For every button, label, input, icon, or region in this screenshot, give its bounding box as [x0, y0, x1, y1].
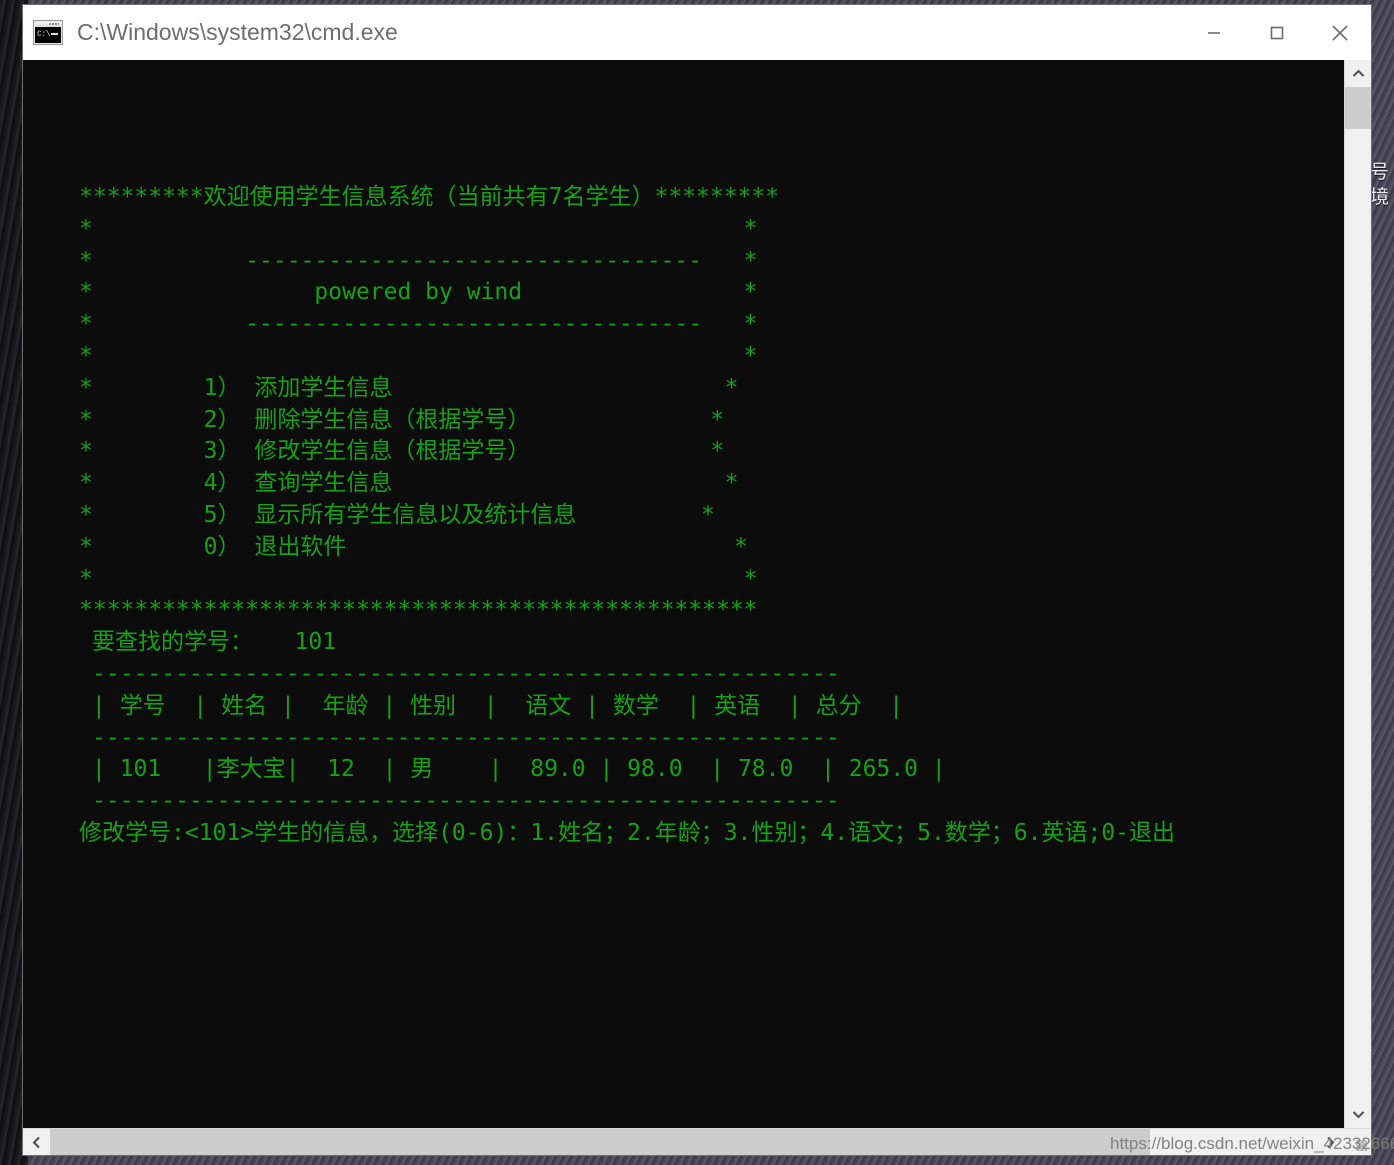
table-rule-middle: ----------------------------------------… — [92, 724, 840, 751]
close-icon — [1331, 24, 1348, 41]
table-row: | 101 |李大宝| 12 | 男 | 89.0 | 98.0 | 78.0 … — [92, 756, 946, 783]
cell-chinese: 89.0 — [530, 756, 586, 783]
table-header-age: 年龄 — [322, 692, 369, 719]
table-header-chinese: 语文 — [525, 692, 572, 719]
query-prompt: 要查找的学号： — [92, 629, 253, 656]
close-button[interactable] — [1308, 5, 1371, 60]
desktop-background: 号境 C:\ C:\Windows\system32\cmd.exe *****… — [0, 0, 1394, 1165]
window-client-area: *********欢迎使用学生信息系统（当前共有7名学生）********* *… — [23, 60, 1371, 1155]
console-output-pane[interactable]: *********欢迎使用学生信息系统（当前共有7名学生）********* *… — [23, 60, 1344, 1128]
icon-cursor — [51, 33, 59, 35]
query-value-spacer — [253, 629, 295, 655]
table-header-math: 数学 — [612, 692, 659, 719]
window-titlebar[interactable]: C:\ C:\Windows\system32\cmd.exe — [23, 5, 1371, 60]
icon-screen: C:\ — [35, 27, 61, 43]
table-header-english: 英语 — [714, 692, 761, 719]
vertical-scrollbar-thumb[interactable] — [1345, 87, 1371, 129]
minimize-button[interactable] — [1182, 5, 1245, 60]
table-rule-top: ----------------------------------------… — [92, 660, 840, 687]
table-header-id: 学号 — [119, 692, 166, 719]
maximize-icon — [1270, 26, 1283, 39]
maximize-button[interactable] — [1245, 5, 1308, 60]
horizontal-scrollbar-thumb[interactable] — [50, 1129, 1150, 1155]
chevron-left-icon — [32, 1136, 40, 1148]
scroll-left-button[interactable] — [23, 1129, 50, 1155]
cell-english: 78.0 — [737, 756, 794, 783]
table-rule-bottom: ----------------------------------------… — [92, 788, 840, 815]
console-edit-prompt: 修改学号:<101>学生的信息，选择(0-6)：1.姓名；2.年龄；3.性别；4… — [79, 819, 1176, 846]
cell-id: 101 — [119, 756, 162, 783]
icon-prompt-text: C:\ — [37, 30, 51, 39]
scroll-right-button[interactable] — [1317, 1129, 1344, 1155]
table-header-total: 总分 — [815, 692, 862, 719]
vertical-scrollbar[interactable] — [1344, 60, 1371, 1128]
query-value: 101 — [294, 629, 337, 656]
horizontal-scrollbar-track[interactable] — [1150, 1129, 1317, 1155]
window-title: C:\Windows\system32\cmd.exe — [77, 19, 398, 45]
window-resize-grip[interactable] — [1344, 1129, 1371, 1155]
console-and-vscroll: *********欢迎使用学生信息系统（当前共有7名学生）********* *… — [23, 60, 1371, 1128]
scroll-down-button[interactable] — [1345, 1101, 1371, 1128]
cell-total: 265.0 — [848, 756, 918, 783]
console-banner: *********欢迎使用学生信息系统（当前共有7名学生）********* *… — [79, 184, 780, 624]
table-header-row: | 学号 | 姓名 | 年龄 | 性别 | 语文 | 数学 | 英语 | 总分 … — [92, 692, 904, 719]
console-query-line: 要查找的学号： 101 — [79, 629, 336, 655]
cmd-window: C:\ C:\Windows\system32\cmd.exe ********… — [22, 4, 1372, 1156]
chevron-up-icon — [1352, 69, 1364, 77]
horizontal-scrollbar[interactable] — [23, 1128, 1371, 1155]
chevron-down-icon — [1352, 1111, 1364, 1119]
console-text-buffer: *********欢迎使用学生信息系统（当前共有7名学生）********* *… — [79, 182, 1175, 850]
desktop-wallpaper-text: 号境 — [1370, 161, 1390, 208]
cell-age: 12 — [327, 756, 355, 783]
chevron-right-icon — [1327, 1136, 1335, 1148]
vertical-scrollbar-track[interactable] — [1345, 129, 1371, 1101]
cell-math: 98.0 — [627, 756, 683, 783]
window-controls — [1182, 5, 1371, 60]
minimize-icon — [1207, 31, 1220, 34]
cell-name: 李大宝 — [216, 756, 286, 783]
scroll-up-button[interactable] — [1345, 60, 1371, 87]
table-header-name: 姓名 — [221, 692, 268, 719]
cmd-console-icon: C:\ — [33, 20, 63, 45]
table-header-gender: 性别 — [410, 692, 457, 719]
cell-gender: 男 — [410, 756, 434, 783]
